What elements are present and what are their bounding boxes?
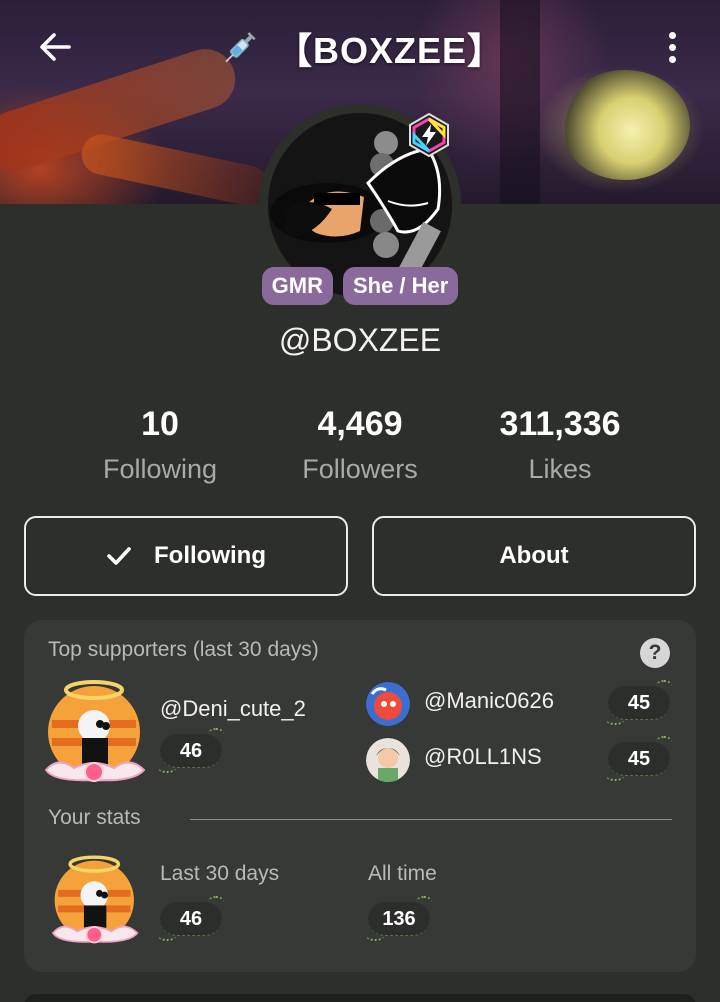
stat-likes[interactable]: 311,336 Likes [460, 405, 660, 485]
syringe-icon [225, 32, 256, 63]
supporter-count-manic: 45 [606, 680, 672, 725]
tag-pronouns[interactable]: She / Her [342, 267, 459, 305]
tag-gmr[interactable]: GMR [261, 267, 333, 305]
more-options-button[interactable] [652, 22, 692, 72]
your-stats-label: Your stats [48, 806, 141, 829]
supporter-name-rollins[interactable]: @R0LL1NS [424, 744, 542, 770]
help-icon[interactable]: ? [640, 638, 670, 668]
next-card-edge [24, 994, 696, 1002]
your-stats-divider [190, 819, 672, 820]
your-avatar [51, 855, 139, 944]
top-supporter-avatar[interactable] [38, 676, 154, 792]
lightning-badge-icon [409, 112, 449, 158]
following-button-label: Following [154, 542, 266, 569]
about-button-label: About [499, 542, 569, 569]
supporter-avatar-rollins[interactable] [366, 738, 410, 782]
stat-following[interactable]: 10 Following [60, 405, 260, 485]
stat-following-value: 10 [141, 405, 179, 443]
top-bar: 【BOXZEE】 [0, 0, 720, 96]
checkmark-icon [107, 547, 131, 565]
last-30-days-label: Last 30 days [160, 862, 280, 885]
last-30-days-value: 46 [158, 896, 224, 941]
supporter-avatar-manic[interactable] [366, 682, 410, 726]
top-supporter-name[interactable]: @Deni_cute_2 [160, 696, 306, 722]
supporter-name-manic[interactable]: @Manic0626 [424, 688, 554, 714]
all-time-value: 136 [366, 896, 432, 941]
about-button[interactable]: About [372, 516, 696, 596]
profile-title: 【BOXZEE】 [275, 30, 505, 71]
supporter-count-rollins: 45 [606, 736, 672, 781]
more-vertical-icon [668, 31, 676, 39]
stat-likes-value: 311,336 [499, 405, 621, 443]
top-supporter-count: 46 [158, 728, 224, 773]
top-supporters-title: Top supporters (last 30 days) [48, 638, 319, 661]
top-supporters-card: Top supporters (last 30 days) ? @Deni_cu… [24, 620, 696, 972]
title-row: 【BOXZEE】 [0, 20, 720, 76]
stat-following-label: Following [102, 454, 218, 484]
stat-followers-value: 4,469 [317, 405, 403, 443]
stat-followers-label: Followers [302, 454, 418, 484]
profile-tags: GMR She / Her [0, 267, 720, 305]
following-button[interactable]: Following [24, 516, 348, 596]
all-time-label: All time [368, 862, 437, 885]
stat-followers[interactable]: 4,469 Followers [260, 405, 460, 485]
profile-stats: 10 Following 4,469 Followers 311,336 Lik… [0, 405, 720, 495]
profile-handle: @BOXZEE [278, 322, 442, 358]
stat-likes-label: Likes [528, 454, 592, 484]
